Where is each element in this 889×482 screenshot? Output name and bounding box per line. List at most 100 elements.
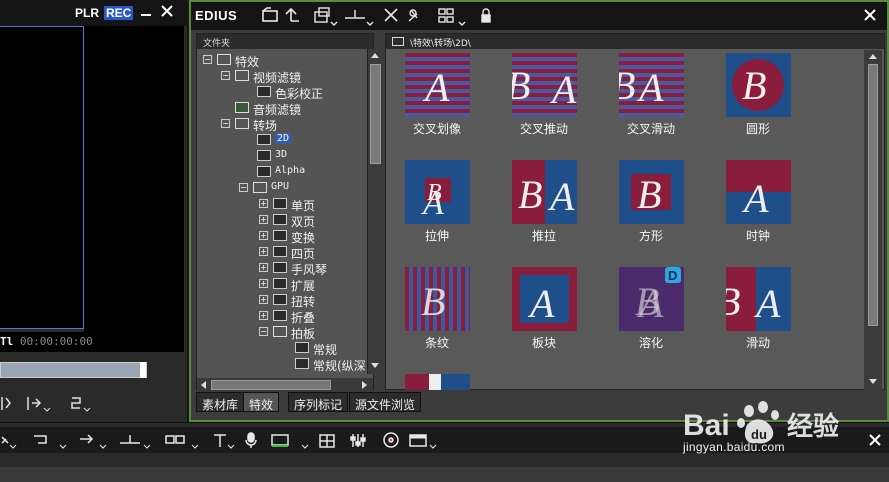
effect-thumb-cross-slide[interactable]: BA — [619, 53, 684, 117]
svg-text:经验: 经验 — [787, 411, 839, 442]
effect-icon — [273, 230, 287, 241]
tree-item-gpu[interactable]: − GPU — [239, 180, 369, 196]
tree-item-3d[interactable]: 3D — [239, 148, 369, 164]
tree-item-transitions[interactable]: − 转场 — [221, 116, 371, 133]
expand-icon[interactable]: + — [259, 199, 268, 208]
effect-thumb-slide[interactable]: BA — [726, 267, 791, 331]
dissolve-thumbnail: BAD — [619, 267, 684, 331]
rec-mode-button[interactable]: REC — [104, 6, 134, 20]
ripple-mode-icon — [120, 435, 151, 449]
timecode-display: Tl 00:00:00:00 — [0, 332, 184, 352]
scroll-down-icon[interactable] — [371, 362, 379, 370]
tree-item-2d[interactable]: 2D — [239, 132, 369, 148]
tab-bin[interactable]: 素材库 — [196, 392, 245, 412]
circle-thumbnail: B — [726, 53, 791, 117]
expand-icon[interactable]: + — [259, 231, 268, 240]
tree-item-accordion[interactable]: + 手风琴 — [257, 260, 369, 277]
stretch-thumbnail: AB — [405, 160, 470, 224]
effect-thumb-clock[interactable]: A — [726, 160, 791, 224]
scrub-handle[interactable] — [140, 362, 146, 378]
bin-titlebar: EDIUS — [191, 2, 887, 30]
effects-panel: \特效\转场\2D\ A 交叉划像 BA 交叉推动 BA 交叉滑动 — [385, 33, 885, 390]
tree-item-clapper[interactable]: − 拍板 — [257, 324, 369, 341]
close-icon[interactable] — [160, 4, 174, 18]
effect-thumb-dissolve[interactable]: BAD — [619, 267, 684, 331]
up-folder-icon — [285, 7, 299, 22]
effect-label: 板块 — [531, 336, 556, 350]
plr-mode-button[interactable]: PLR — [75, 6, 99, 20]
tree-item-double-page[interactable]: + 双页 — [257, 212, 369, 229]
vertical-scroll-thumb[interactable] — [370, 64, 381, 164]
slide-thumbnail: BA — [726, 267, 791, 331]
tree-item-alpha[interactable]: Alpha — [239, 164, 369, 180]
expand-icon[interactable]: + — [259, 311, 268, 320]
collapse-icon[interactable]: − — [221, 71, 230, 80]
tree-item-four-page[interactable]: + 四页 — [257, 244, 369, 261]
collapse-icon[interactable]: − — [221, 119, 230, 128]
tree-item-color-correction[interactable]: 色彩校正 — [239, 84, 369, 101]
scroll-right-icon[interactable] — [361, 381, 369, 389]
effect-thumb-push-pull[interactable]: BA — [512, 160, 577, 224]
effect-label: 滑动 — [745, 336, 770, 350]
folder-open-icon — [273, 326, 287, 337]
tree-item-normal-depth[interactable]: 常规(纵深 — [277, 356, 369, 372]
tree-vertical-scrollbar[interactable] — [367, 49, 382, 374]
tree-item-effects[interactable]: − 特效 — [203, 52, 353, 69]
tree-item-expand[interactable]: + 扩展 — [257, 276, 369, 293]
player-titlebar: PLR REC — [0, 0, 188, 26]
scroll-up-icon[interactable] — [869, 53, 877, 61]
effect-thumb-stretch[interactable]: AB — [405, 160, 470, 224]
tree-item-label: 常规(纵深 — [313, 359, 366, 372]
delete-icon — [384, 8, 398, 22]
overwrite-mode-icon — [80, 434, 107, 449]
close-icon[interactable] — [863, 8, 877, 22]
tree-item-normal[interactable]: 常规 — [277, 340, 369, 357]
expand-icon[interactable]: + — [259, 263, 268, 272]
effects-vertical-scrollbar[interactable] — [864, 50, 882, 390]
tree-item-audio-filters[interactable]: 音频滤镜 — [221, 100, 371, 117]
tree-item-video-filters[interactable]: − 视频滤镜 — [221, 68, 371, 85]
collapse-icon[interactable]: − — [239, 183, 248, 192]
bin-toolbar — [262, 7, 491, 26]
tab-sequence-markers[interactable]: 序列标记 — [288, 392, 349, 412]
collapse-icon[interactable]: − — [203, 55, 212, 64]
horizontal-scroll-thumb[interactable] — [211, 380, 331, 390]
svg-text:A: A — [636, 281, 664, 326]
tab-source-browser[interactable]: 源文件浏览 — [349, 392, 422, 412]
effect-thumb-circle[interactable]: B — [726, 53, 791, 117]
effect-thumb-stripes[interactable]: B — [405, 267, 470, 331]
effect-icon — [273, 198, 287, 209]
effect-thumb-cross-wipe[interactable]: A — [405, 53, 470, 117]
folder-icon — [235, 102, 249, 113]
minimize-icon[interactable] — [139, 4, 153, 18]
scroll-up-icon[interactable] — [371, 52, 379, 60]
effect-icon — [273, 278, 287, 289]
scroll-left-icon[interactable] — [200, 381, 208, 389]
collapse-icon[interactable]: − — [259, 327, 268, 336]
expand-icon[interactable]: + — [259, 247, 268, 256]
tree-item-single-page[interactable]: + 单页 — [257, 196, 369, 213]
bin-window: EDIUS 文件夹 − 特效 − 视频滤镜 色彩校正 音频滤镜 − 转场 2D … — [189, 0, 889, 422]
effect-thumb-partial[interactable] — [405, 374, 470, 390]
effect-thumb-block[interactable]: A — [512, 267, 577, 331]
expand-icon[interactable]: + — [259, 215, 268, 224]
microphone-icon — [245, 432, 257, 448]
tree-horizontal-scrollbar[interactable] — [197, 378, 373, 392]
vertical-scroll-thumb[interactable] — [868, 64, 878, 326]
tree-item-twist[interactable]: + 扭转 — [257, 292, 369, 309]
properties-icon — [408, 9, 418, 22]
timeline-track-area[interactable] — [0, 467, 889, 482]
effect-thumb-cross-push[interactable]: BA — [512, 53, 577, 117]
tab-effects[interactable]: 特效 — [243, 392, 280, 412]
effect-thumb-square[interactable]: B — [619, 160, 684, 224]
player-controls — [0, 390, 188, 416]
expand-icon[interactable]: + — [259, 295, 268, 304]
group-link-icon — [165, 435, 185, 444]
expand-icon[interactable]: + — [259, 279, 268, 288]
svg-text:A: A — [549, 67, 577, 112]
tree-item-fold[interactable]: + 折叠 — [257, 308, 369, 325]
scrub-bar[interactable] — [0, 362, 147, 378]
effect-label: 交叉划像 — [412, 122, 461, 136]
effect-icon — [257, 150, 271, 161]
tree-item-transform[interactable]: + 变换 — [257, 228, 369, 245]
